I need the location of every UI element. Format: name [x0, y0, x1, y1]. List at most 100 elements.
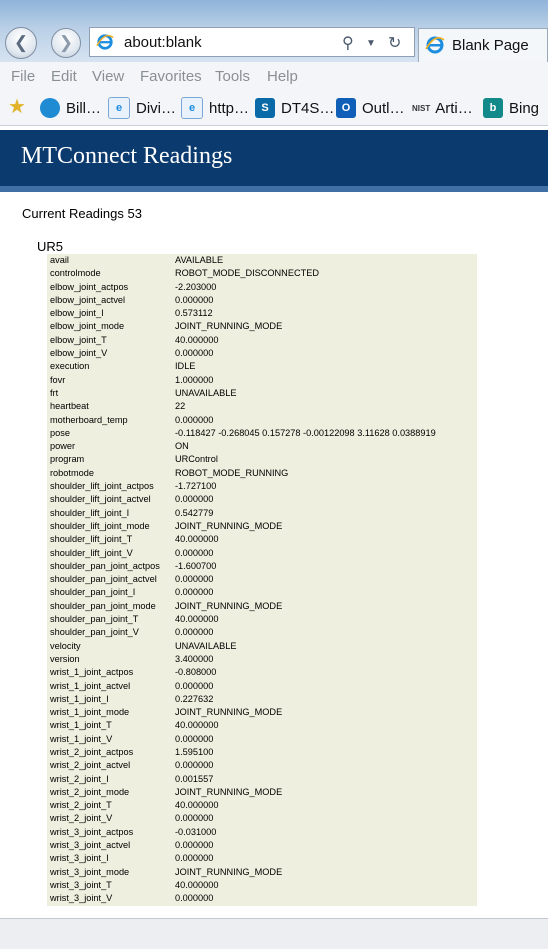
reading-value: ROBOT_MODE_RUNNING: [175, 467, 289, 478]
menu-edit[interactable]: Edit: [51, 68, 77, 85]
table-row: version 3.400000: [47, 653, 477, 666]
forward-button[interactable]: ❯: [51, 28, 81, 58]
favorite-label: http…: [209, 99, 250, 117]
reading-value: 0.000000: [175, 627, 214, 638]
reading-value: 0.000000: [175, 547, 214, 558]
table-row: velocity UNAVAILABLE: [47, 640, 477, 653]
search-icon[interactable]: ⚲: [342, 33, 354, 53]
favorite-label: DT4S…: [281, 99, 335, 117]
reading-value: -0.031000: [175, 826, 217, 837]
reading-name: wrist_1_joint_mode: [50, 707, 130, 718]
reading-name: wrist_2_joint_mode: [50, 786, 130, 797]
table-row: frt UNAVAILABLE: [47, 387, 477, 400]
table-row: shoulder_pan_joint_actpos -1.600700: [47, 560, 477, 573]
att-icon: [40, 98, 60, 118]
reading-value: 40.000000: [175, 800, 219, 811]
table-row: wrist_2_joint_actvel 0.000000: [47, 759, 477, 772]
table-row: shoulder_lift_joint_I 0.542779: [47, 507, 477, 520]
arrow-left-icon: ❮: [13, 33, 29, 52]
back-button[interactable]: ❮: [5, 27, 37, 59]
page-title: MTConnect Readings: [21, 143, 233, 169]
table-row: elbow_joint_actvel 0.000000: [47, 294, 477, 307]
table-row: wrist_1_joint_I 0.227632: [47, 693, 477, 706]
reading-name: elbow_joint_I: [50, 308, 104, 319]
reading-value: 40.000000: [175, 879, 219, 890]
menu-tools[interactable]: Tools: [215, 68, 250, 85]
favorite-item[interactable]: Bill…: [40, 97, 101, 119]
menu-favorites[interactable]: Favorites: [140, 68, 202, 85]
favorite-item[interactable]: NIST Arti…: [412, 97, 473, 119]
favorites-star-icon[interactable]: ★: [8, 95, 26, 118]
reading-name: wrist_1_joint_actvel: [50, 680, 131, 691]
favorite-item[interactable]: e Divi…: [108, 97, 176, 119]
reading-name: pose: [50, 427, 70, 438]
ie-icon: [96, 34, 114, 50]
table-row: heartbeat 22: [47, 400, 477, 413]
menu-file[interactable]: File: [11, 68, 35, 85]
reading-name: elbow_joint_mode: [50, 321, 125, 332]
reading-value: 3.400000: [175, 653, 214, 664]
favorite-item[interactable]: O Outl…: [336, 97, 405, 119]
address-bar[interactable]: about:blank ⚲ ▼ ↻: [89, 27, 415, 57]
reading-value: 0.000000: [175, 494, 214, 505]
reading-value: JOINT_RUNNING_MODE: [175, 600, 283, 611]
table-row: shoulder_lift_joint_actvel 0.000000: [47, 493, 477, 506]
reading-value: AVAILABLE: [175, 255, 224, 265]
reading-value: 22: [175, 401, 186, 412]
browser-toolbar: ❮ ❯ about:blank ⚲ ▼ ↻ Blank Page: [0, 0, 548, 62]
reading-name: shoulder_pan_joint_V: [50, 627, 139, 638]
reading-name: shoulder_pan_joint_actpos: [50, 560, 160, 571]
reading-value: JOINT_RUNNING_MODE: [175, 321, 283, 332]
tab-title: Blank Page: [452, 37, 529, 54]
reading-value: 0.000000: [175, 760, 214, 771]
reading-name: wrist_2_joint_T: [50, 800, 112, 811]
address-text[interactable]: about:blank: [124, 34, 202, 51]
table-row: avail AVAILABLE: [47, 254, 477, 267]
favorite-label: Outl…: [362, 99, 405, 117]
menu-bar: File Edit View Favorites Tools Help: [0, 62, 548, 90]
bing-icon: b: [483, 98, 503, 118]
reading-name: wrist_1_joint_actpos: [50, 667, 134, 678]
reading-value: 0.542779: [175, 507, 214, 518]
favorite-label: Divi…: [136, 99, 176, 117]
table-row: execution IDLE: [47, 360, 477, 373]
reading-name: wrist_2_joint_actpos: [50, 746, 134, 757]
reading-name: controlmode: [50, 268, 101, 279]
ie-page-icon: e: [108, 97, 130, 119]
reading-name: robotmode: [50, 467, 94, 478]
tab-blank-page[interactable]: Blank Page: [418, 28, 548, 62]
favorite-item[interactable]: e http…: [181, 97, 249, 119]
dropdown-icon[interactable]: ▼: [366, 38, 376, 49]
table-row: power ON: [47, 440, 477, 453]
table-row: shoulder_lift_joint_actpos -1.727100: [47, 480, 477, 493]
menu-view[interactable]: View: [92, 68, 124, 85]
table-row: wrist_2_joint_I 0.001557: [47, 773, 477, 786]
menu-help[interactable]: Help: [267, 68, 298, 85]
favorite-item[interactable]: b Bing: [483, 97, 539, 119]
favorite-label: Bing: [509, 99, 540, 117]
reading-value: 40.000000: [175, 534, 219, 545]
nist-icon: NIST: [412, 103, 431, 113]
favorite-item[interactable]: S DT4S…: [255, 97, 334, 119]
table-row: shoulder_pan_joint_V 0.000000: [47, 626, 477, 639]
reading-name: wrist_3_joint_actpos: [50, 826, 134, 837]
reading-name: wrist_1_joint_T: [50, 720, 112, 731]
reading-value: 0.000000: [175, 733, 214, 744]
reading-name: shoulder_lift_joint_V: [50, 547, 133, 558]
reading-value: 0.000000: [175, 294, 214, 305]
table-row: elbow_joint_mode JOINT_RUNNING_MODE: [47, 320, 477, 333]
table-row: wrist_3_joint_actpos -0.031000: [47, 826, 477, 839]
table-row: fovr 1.000000: [47, 374, 477, 387]
reading-name: wrist_3_joint_actvel: [50, 840, 131, 851]
reading-value: UNAVAILABLE: [175, 387, 237, 398]
reading-name: wrist_3_joint_T: [50, 879, 112, 890]
table-row: wrist_1_joint_mode JOINT_RUNNING_MODE: [47, 706, 477, 719]
table-row: wrist_2_joint_V 0.000000: [47, 812, 477, 825]
reading-name: avail: [50, 255, 69, 265]
reading-value: 0.000000: [175, 348, 214, 359]
reading-value: JOINT_RUNNING_MODE: [175, 786, 283, 797]
refresh-icon[interactable]: ↻: [388, 33, 401, 53]
reading-name: heartbeat: [50, 401, 89, 412]
reading-name: wrist_3_joint_I: [50, 853, 109, 864]
reading-name: program: [50, 454, 85, 465]
